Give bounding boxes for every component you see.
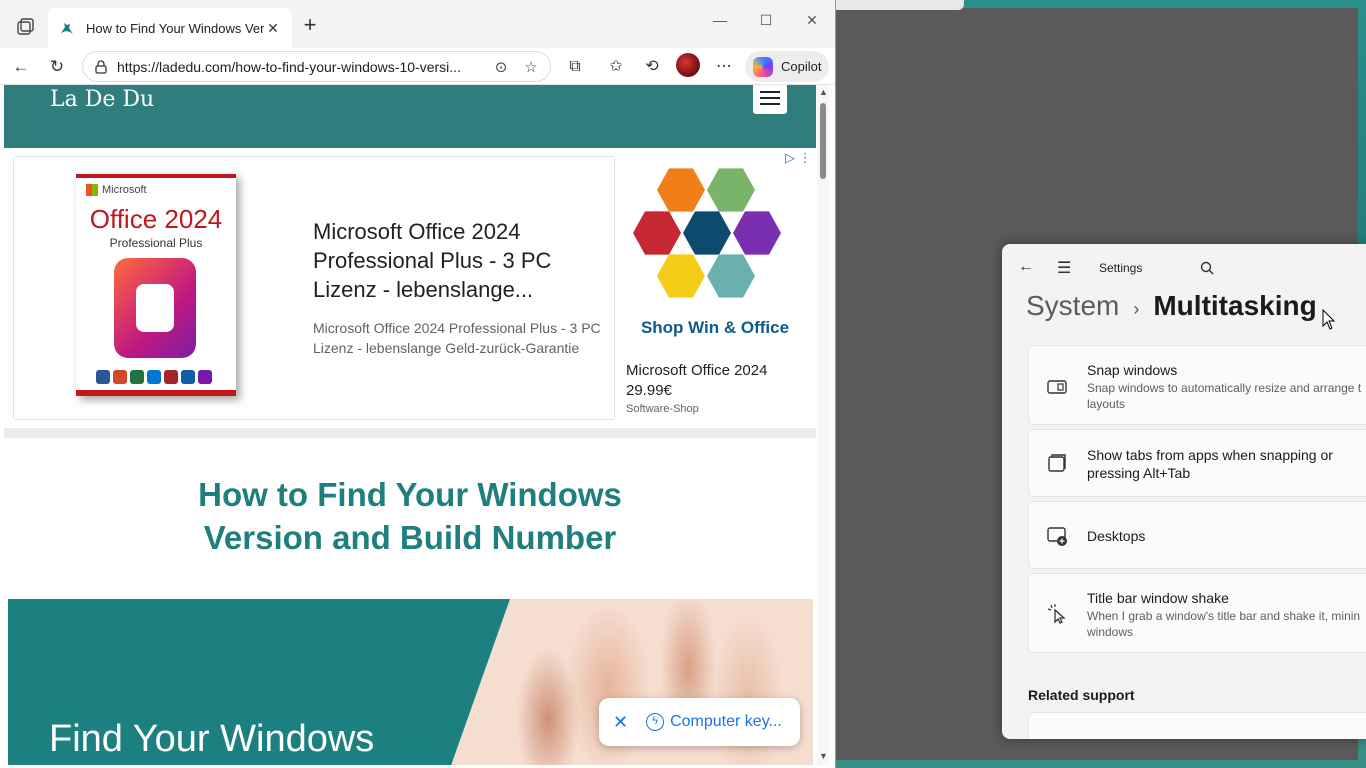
side-ad-price: 29.99€ xyxy=(626,382,672,399)
site-header: La De Du xyxy=(4,85,816,148)
extensions-icon[interactable]: ⧉ xyxy=(563,56,587,78)
settings-titlebar: ← ☰ Settings xyxy=(1002,244,1366,292)
copilot-label: Copilot xyxy=(781,59,822,74)
side-ad-seller: Software-Shop xyxy=(626,403,699,415)
shop-logo-icon[interactable] xyxy=(633,166,803,306)
window-shake-icon xyxy=(1047,604,1066,624)
office-apps-icons xyxy=(96,370,212,384)
ad-card[interactable]: Microsoft Office 2024 Professional Plus … xyxy=(13,156,615,420)
setting-desc: layouts xyxy=(1087,397,1126,411)
side-ad-title[interactable]: Microsoft Office 2024 29.99€ xyxy=(626,361,816,401)
tab-close-icon[interactable]: ✕ xyxy=(264,20,282,37)
reader-view-icon[interactable]: ⊙ xyxy=(490,58,512,76)
profile-avatar[interactable] xyxy=(676,53,700,77)
address-toolbar: ← ↻ https://ladedu.com/how-to-find-your-… xyxy=(0,48,835,85)
setting-title: Desktops xyxy=(1087,528,1146,544)
url-text: https://ladedu.com/how-to-find-your-wind… xyxy=(117,58,461,75)
back-arrow-icon[interactable]: ← xyxy=(1018,258,1034,276)
minimize-icon[interactable]: — xyxy=(705,12,735,28)
page-title: Multitasking xyxy=(1153,290,1317,321)
kangaroo-favicon-icon xyxy=(61,23,73,34)
setting-title-line2: pressing Alt+Tab xyxy=(1087,465,1191,481)
adchoices-icon[interactable]: ▷ ⋮ xyxy=(785,150,812,166)
history-icon[interactable]: ⟲ xyxy=(640,56,664,78)
copilot-button[interactable]: Copilot xyxy=(745,51,829,82)
desktops-icon xyxy=(1047,527,1067,546)
box-product: Office 2024 xyxy=(89,204,223,234)
site-logo[interactable]: La De Du xyxy=(50,87,154,112)
ad-title[interactable]: Microsoft Office 2024 Professional Plus … xyxy=(313,217,608,304)
more-options-icon[interactable]: ⋯ xyxy=(712,56,736,78)
close-icon[interactable]: ✕ xyxy=(613,712,628,733)
search-chip[interactable]: ✕ ϟ Computer key... xyxy=(599,698,800,746)
article-title: How to Find Your Windows Version and Bui… xyxy=(198,476,622,556)
tab-actions-icon[interactable] xyxy=(14,16,36,38)
microsoft-logo-icon xyxy=(86,184,98,196)
setting-title: Title bar window shake xyxy=(1087,590,1229,606)
ad-description[interactable]: Microsoft Office 2024 Professional Plus … xyxy=(313,318,608,358)
tab-bar: How to Find Your Windows Versio ✕ + — ☐ … xyxy=(0,0,835,48)
office-logo-icon xyxy=(114,258,196,358)
address-bar[interactable]: https://ladedu.com/how-to-find-your-wind… xyxy=(82,51,551,82)
page-scrollbar[interactable]: ▲ ▼ xyxy=(817,85,829,765)
side-ad-product: Microsoft Office 2024 xyxy=(626,362,768,379)
box-edition: Professional Plus xyxy=(109,236,203,250)
web-page: La De Du Microsoft Office 2024 Professio… xyxy=(4,85,816,765)
related-support-heading: Related support xyxy=(1028,687,1135,703)
scroll-thumb[interactable] xyxy=(820,103,826,179)
breadcrumb-system[interactable]: System xyxy=(1026,290,1119,322)
favorite-star-icon[interactable]: ☆ xyxy=(520,58,542,76)
setting-title-bar-shake[interactable]: Title bar window shake When I grab a win… xyxy=(1028,573,1366,653)
settings-window: ← ☰ Settings System › Multitasking Snap … xyxy=(1002,244,1366,739)
copilot-logo-icon xyxy=(753,56,773,77)
search-icon[interactable] xyxy=(1200,261,1214,275)
back-icon[interactable]: ← xyxy=(10,56,32,78)
setting-snap-windows[interactable]: Snap windows Snap windows to automatical… xyxy=(1028,345,1366,425)
setting-show-tabs[interactable]: Show tabs from apps when snapping or pre… xyxy=(1028,429,1366,497)
hamburger-menu-icon[interactable]: ☰ xyxy=(1057,258,1071,278)
close-window-icon[interactable]: ✕ xyxy=(797,12,827,29)
lock-icon[interactable] xyxy=(93,59,109,75)
favorites-icon[interactable]: ✩ xyxy=(604,56,628,78)
related-support-card[interactable] xyxy=(1028,712,1366,739)
ad-area: Microsoft Office 2024 Professional Plus … xyxy=(13,150,816,426)
settings-app-title: Settings xyxy=(1099,261,1143,275)
refresh-icon[interactable]: ↻ xyxy=(46,56,68,78)
mouse-cursor-icon xyxy=(1322,309,1336,330)
office-box-image[interactable]: Microsoft Office 2024 Professional Plus xyxy=(76,174,236,396)
scroll-down-icon[interactable]: ▼ xyxy=(819,751,828,761)
site-menu-button[interactable] xyxy=(753,85,787,114)
setting-desc: Snap windows to automatically resize and… xyxy=(1087,381,1362,395)
setting-desktops[interactable]: Desktops xyxy=(1028,501,1366,569)
tabs-icon xyxy=(1048,454,1066,472)
setting-desc: windows xyxy=(1087,625,1134,639)
setting-title: Show tabs from apps when snapping or xyxy=(1087,447,1333,463)
shop-name[interactable]: Shop Win & Office xyxy=(625,318,805,338)
maximize-icon[interactable]: ☐ xyxy=(751,12,781,29)
setting-desc: When I grab a window's title bar and sha… xyxy=(1087,609,1361,623)
box-brand-text: Microsoft xyxy=(102,184,147,196)
lightning-icon: ϟ xyxy=(646,713,665,731)
search-chip-label: Computer key... xyxy=(670,713,782,730)
box-brand: Microsoft xyxy=(86,184,147,196)
tab-title: How to Find Your Windows Versio xyxy=(86,20,264,36)
chevron-right-icon: › xyxy=(1133,299,1140,319)
browser-window: How to Find Your Windows Versio ✕ + — ☐ … xyxy=(0,0,836,768)
browser-tab[interactable]: How to Find Your Windows Versio ✕ xyxy=(48,8,292,48)
content-divider xyxy=(4,428,816,438)
setting-title: Snap windows xyxy=(1087,362,1178,378)
hero-text: Find Your Windows xyxy=(49,718,375,760)
new-tab-icon[interactable]: + xyxy=(300,14,320,36)
breadcrumb: System › Multitasking xyxy=(1026,290,1317,322)
snap-layout-icon xyxy=(1047,380,1067,394)
scroll-up-icon[interactable]: ▲ xyxy=(819,87,828,97)
